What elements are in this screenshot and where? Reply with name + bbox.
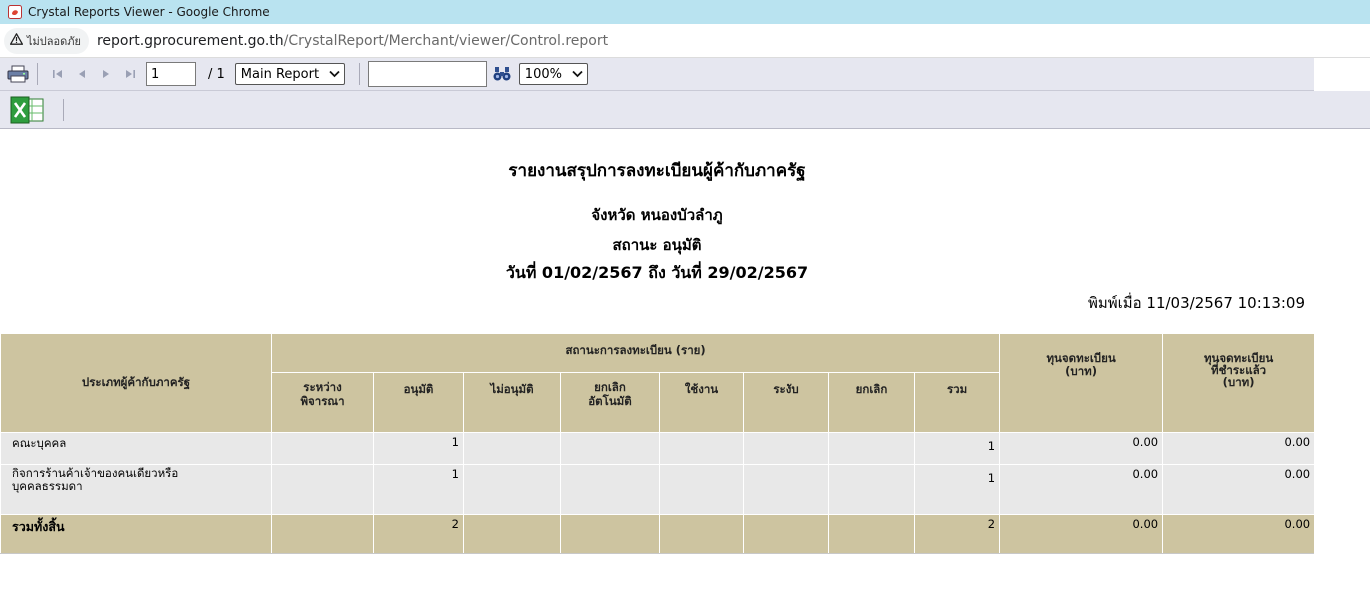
total-paid-capital: 0.00 [1162,514,1316,555]
subheader-rejected: ไม่อนุมัติ [463,372,561,433]
window-titlebar: Crystal Reports Viewer - Google Chrome [0,0,1370,24]
row-capital: 0.00 [999,464,1164,515]
row-cell [659,464,744,515]
security-chip[interactable]: ไม่ปลอดภัย [4,27,89,54]
toolbar-separator [37,63,38,85]
table-bottom-divider [0,553,1314,554]
excel-export-icon[interactable] [9,96,45,124]
url-host: report.gprocurement.go.th [96,32,284,49]
row-capital: 0.00 [999,432,1164,465]
print-timestamp: พิมพ์เมื่อ 11/03/2567 10:13:09 [1087,294,1305,312]
header-type: ประเภทผู้ค้ากับภาครัฐ [0,333,272,433]
header-paid-capital: ทุนจดทะเบียน ที่ชำระแล้ว (บาท) [1162,333,1316,433]
last-page-icon[interactable] [118,63,142,85]
row-cell: 1 [373,432,464,465]
table-row: คณะบุคคล 1 1 0.00 0.00 [0,432,1316,465]
subheader-cancelled: ยกเลิก [828,372,915,433]
header-capital: ทุนจดทะเบียน (บาท) [999,333,1164,433]
table-total-row: รวมทั้งสิ้น 2 2 0.00 0.00 [0,514,1316,555]
header-status-group: สถานะการลงทะเบียน (ราย) [270,333,1001,373]
report-date-range: วันที่ 01/02/2567 ถึง วันที่ 29/02/2567 [505,263,809,282]
report-title: รายงานสรุปการลงทะเบียนผู้ค้ากับภาครัฐ [508,161,806,181]
url-path: /CrystalReport/Merchant/viewer/Control.r… [283,32,609,49]
row-cell [463,464,561,515]
toolbar-separator [358,63,360,85]
zoom-select-value: 100% [524,66,562,82]
first-page-icon[interactable] [46,63,70,85]
row-paid-capital: 0.00 [1162,432,1316,465]
report-select[interactable]: Main Report [234,63,345,85]
row-cell [560,464,660,515]
search-input[interactable] [367,61,487,87]
total-cell [828,514,915,555]
page-number-input[interactable] [146,62,196,86]
address-bar: ไม่ปลอดภัย report.gprocurement.go.th/Cry… [0,24,1370,58]
toolbar-separator [63,98,64,121]
subheader-approved: อนุมัติ [373,372,464,433]
viewer-toolbar: / 1 Main Report 100% [0,58,1314,91]
subheader-total: รวม [913,372,1001,433]
zoom-select[interactable]: 100% [518,63,588,85]
row-cell: 1 [913,464,1001,515]
summary-table: ประเภทผู้ค้ากับภาครัฐ สถานะการลงทะเบียน … [0,333,1316,555]
print-icon[interactable] [7,65,29,83]
report-province: จังหวัด หนองบัวลำภู [591,206,723,224]
row-paid-capital: 0.00 [1162,464,1316,515]
row-cell: 1 [913,432,1001,465]
row-cell [659,432,744,465]
total-cell [560,514,660,555]
total-cell: 2 [913,514,1001,555]
report-status: สถานะ อนุมัติ [612,236,702,254]
row-cell [743,432,829,465]
subheader-active: ใช้งาน [659,372,744,433]
table-header-row: ประเภทผู้ค้ากับภาครัฐ สถานะการลงทะเบียน … [0,333,1316,433]
window-title: Crystal Reports Viewer - Google Chrome [28,5,270,19]
crystal-reports-icon [8,5,22,19]
security-label: ไม่ปลอดภัย [27,34,81,48]
chevron-down-icon [572,67,583,82]
prev-page-icon[interactable] [70,63,94,85]
subheader-suspended: ระงับ [743,372,829,433]
row-cell [463,432,561,465]
row-cell [271,464,374,515]
total-capital: 0.00 [999,514,1164,555]
warning-icon [9,33,24,48]
row-cell [560,432,660,465]
total-cell [271,514,374,555]
row-cell: 1 [373,464,464,515]
total-cell: 2 [373,514,464,555]
binoculars-icon[interactable] [493,66,511,82]
chevron-down-icon [329,67,340,82]
subheader-auto-cancelled: ยกเลิก อัตโนมัติ [560,372,660,433]
total-label: รวมทั้งสิ้น [0,514,272,555]
row-cell [828,432,915,465]
page-total: / 1 [208,66,225,82]
row-cell [743,464,829,515]
total-cell [743,514,829,555]
total-cell [463,514,561,555]
row-type: คณะบุคคล [0,432,272,465]
row-type: กิจการร้านค้าเจ้าของคนเดียวหรือ บุคคลธรร… [0,464,272,515]
url-field[interactable]: report.gprocurement.go.th/CrystalReport/… [97,33,608,49]
total-cell [659,514,744,555]
export-toolbar [0,91,1370,129]
table-row: กิจการร้านค้าเจ้าของคนเดียวหรือ บุคคลธรร… [0,464,1316,515]
row-cell [828,464,915,515]
report-select-value: Main Report [240,66,320,82]
subheader-pending: ระหว่าง พิจารณา [271,372,374,433]
next-page-icon[interactable] [94,63,118,85]
row-cell [271,432,374,465]
